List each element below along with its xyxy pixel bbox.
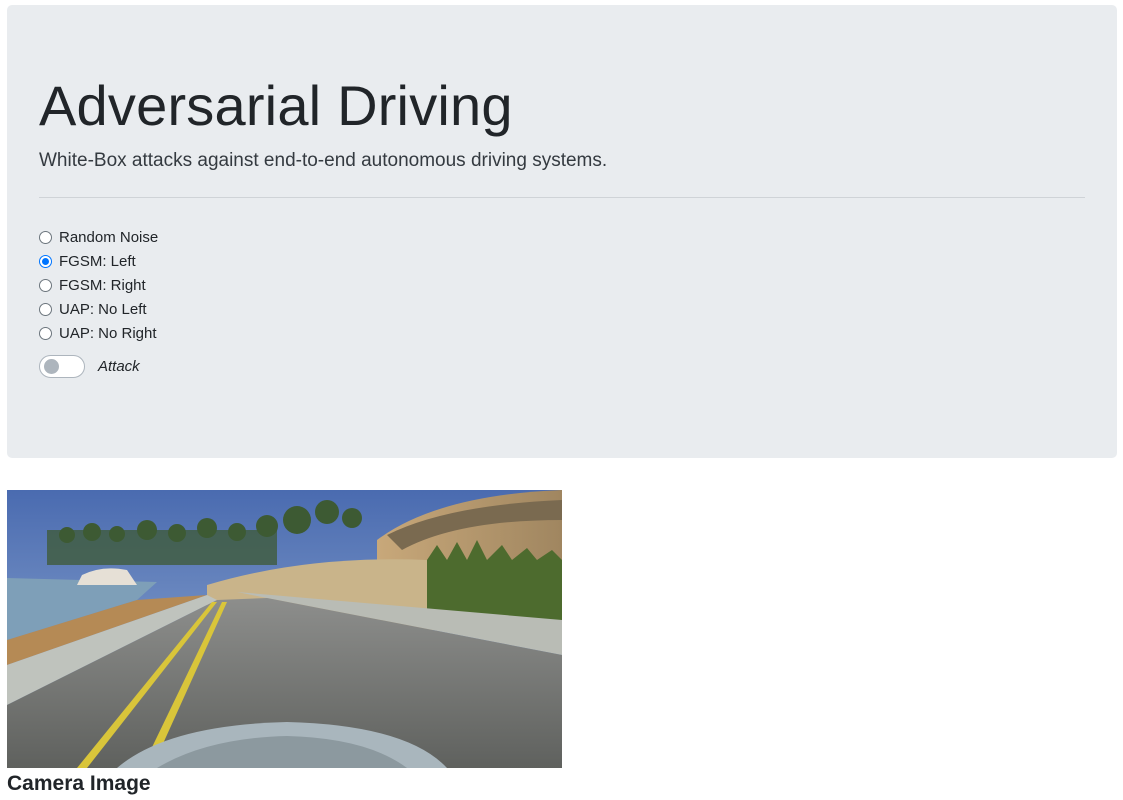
- radio-label[interactable]: UAP: No Left: [59, 301, 147, 318]
- divider: [39, 197, 1085, 198]
- radio-option-uap-no-right[interactable]: UAP: No Right: [39, 321, 158, 345]
- page-title: Adversarial Driving: [39, 74, 513, 137]
- attack-toggle-label[interactable]: Attack: [98, 358, 140, 375]
- radio-option-random-noise[interactable]: Random Noise: [39, 225, 158, 249]
- radio-button[interactable]: [39, 230, 52, 244]
- camera-image: [7, 490, 562, 768]
- camera-image-scene: [7, 490, 562, 768]
- camera-caption: Camera Image: [7, 772, 151, 795]
- attack-toggle-switch[interactable]: [39, 355, 85, 378]
- radio-option-uap-no-left[interactable]: UAP: No Left: [39, 297, 158, 321]
- radio-button[interactable]: [39, 326, 52, 340]
- radio-option-fgsm-left[interactable]: FGSM: Left: [39, 249, 158, 273]
- radio-button[interactable]: [39, 278, 52, 292]
- toggle-knob: [44, 359, 59, 374]
- radio-button[interactable]: [39, 302, 52, 316]
- radio-label[interactable]: FGSM: Left: [59, 253, 136, 270]
- radio-label[interactable]: Random Noise: [59, 229, 158, 246]
- radio-option-fgsm-right[interactable]: FGSM: Right: [39, 273, 158, 297]
- jumbotron-panel: Adversarial Driving White-Box attacks ag…: [7, 5, 1117, 458]
- radio-label[interactable]: FGSM: Right: [59, 277, 146, 294]
- radio-button[interactable]: [39, 254, 52, 268]
- attack-radio-group: Random Noise FGSM: Left FGSM: Right UAP:…: [39, 225, 158, 345]
- radio-label[interactable]: UAP: No Right: [59, 325, 157, 342]
- page-subtitle: White-Box attacks against end-to-end aut…: [39, 150, 608, 171]
- attack-toggle-row: Attack: [39, 355, 140, 378]
